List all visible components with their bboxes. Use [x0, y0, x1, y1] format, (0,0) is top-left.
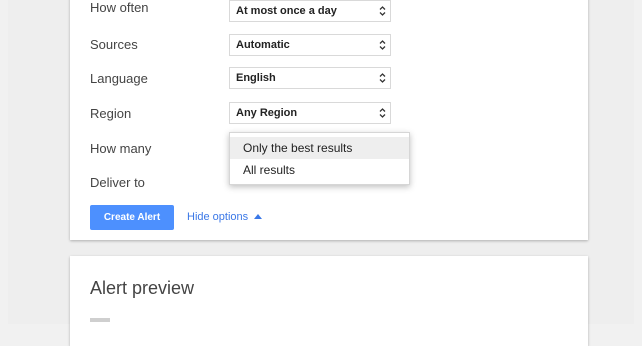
alert-options-card: How often At most once a day Sources Aut…	[70, 0, 588, 240]
sources-value: Automatic	[236, 39, 290, 51]
up-down-chevron-icon	[379, 73, 386, 83]
language-value: English	[236, 72, 276, 84]
up-down-chevron-icon	[379, 6, 386, 16]
preview-subheading	[90, 318, 110, 322]
up-down-chevron-icon	[379, 40, 386, 50]
preview-title: Alert preview	[90, 278, 195, 298]
how-many-dropdown[interactable]: Only the best results All results	[229, 132, 410, 185]
how-often-select[interactable]: At most once a day	[229, 0, 391, 22]
language-select[interactable]: English	[229, 67, 391, 89]
deliver-to-label: Deliver to	[90, 175, 145, 190]
region-label: Region	[90, 106, 132, 121]
hide-options-label: Hide options	[187, 211, 249, 223]
triangle-up-icon	[254, 214, 263, 219]
alert-preview-card: Alert preview	[70, 256, 588, 346]
up-down-chevron-icon	[379, 108, 386, 118]
sources-label: Sources	[90, 37, 138, 52]
dropdown-option-best-results[interactable]: Only the best results	[230, 137, 409, 159]
how-many-label: How many	[90, 141, 152, 156]
dropdown-option-all-results[interactable]: All results	[230, 159, 409, 181]
create-alert-button[interactable]: Create Alert	[90, 205, 174, 230]
how-often-label: How often	[90, 0, 149, 15]
region-select[interactable]: Any Region	[229, 102, 391, 124]
language-label: Language	[90, 71, 148, 86]
how-often-value: At most once a day	[236, 5, 337, 17]
region-value: Any Region	[236, 107, 298, 119]
hide-options-link[interactable]: Hide options	[187, 205, 263, 230]
sources-select[interactable]: Automatic	[229, 34, 391, 56]
